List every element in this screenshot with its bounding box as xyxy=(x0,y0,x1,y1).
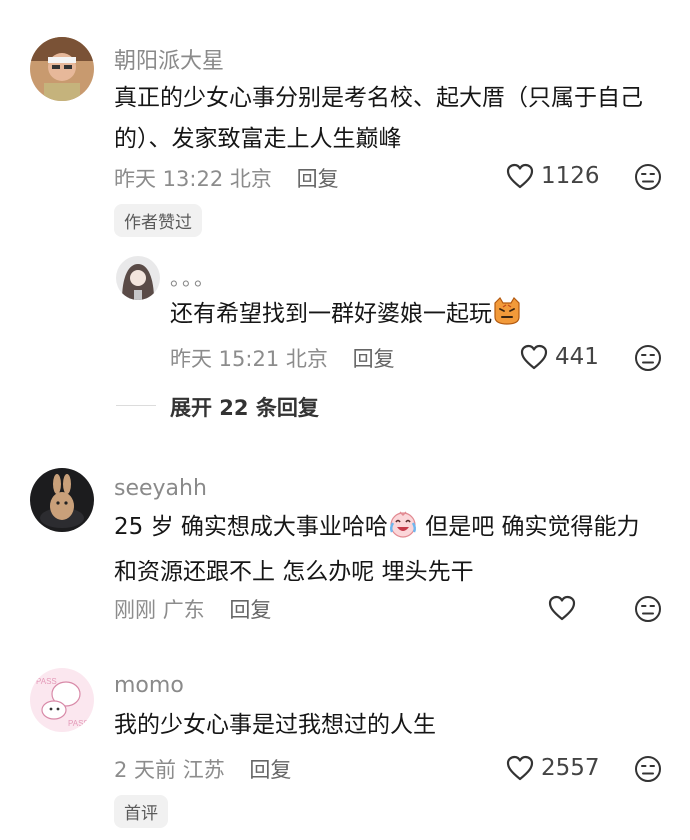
reply-text: 还有希望找到一群好婆娘一起玩 xyxy=(170,294,650,339)
crying-laughing-emoji xyxy=(388,510,418,552)
heart-outline-icon xyxy=(548,595,576,621)
avatar[interactable] xyxy=(30,468,94,532)
like-count: 441 xyxy=(555,344,599,370)
comment-text: 真正的少女心事分别是考名校、起大厝（只属于自己的）、发家致富走上人生巅峰 xyxy=(114,85,643,152)
comment-meta: 2 天前 江苏 回复 xyxy=(114,754,291,784)
location: 广东 xyxy=(162,598,205,622)
timestamp: 2 天前 xyxy=(114,758,177,782)
like-button[interactable]: 441 xyxy=(520,344,599,370)
heart-outline-icon xyxy=(506,163,534,189)
meh-face-icon xyxy=(635,756,661,782)
reply-button[interactable]: 回复 xyxy=(353,347,395,371)
meh-face-icon xyxy=(635,345,661,371)
timestamp: 昨天 13:22 xyxy=(114,167,224,191)
dislike-button[interactable] xyxy=(634,755,662,787)
avatar[interactable] xyxy=(116,256,160,300)
meh-face-icon xyxy=(635,164,661,190)
reply-meta: 昨天 15:21 北京 回复 xyxy=(170,343,395,373)
like-count: 2557 xyxy=(541,755,600,781)
dislike-button[interactable] xyxy=(634,344,662,376)
reply-button[interactable]: 回复 xyxy=(229,598,271,622)
username[interactable]: 。。。 xyxy=(170,262,216,291)
dislike-button[interactable] xyxy=(634,163,662,195)
reply-button[interactable]: 回复 xyxy=(297,167,339,191)
like-button[interactable]: 1126 xyxy=(506,163,600,189)
avatar[interactable]: PASS PASS xyxy=(30,668,94,732)
meh-face-icon xyxy=(635,596,661,622)
avatar[interactable] xyxy=(30,37,94,101)
comment-meta: 昨天 13:22 北京 回复 xyxy=(114,163,339,193)
author-liked-badge: 作者赞过 xyxy=(114,204,202,237)
location: 北京 xyxy=(285,347,328,371)
like-button[interactable] xyxy=(548,595,576,621)
cat-face-emoji xyxy=(492,297,522,339)
like-count: 1126 xyxy=(541,163,600,189)
timestamp: 昨天 15:21 xyxy=(170,347,280,371)
username[interactable]: seeyahh xyxy=(114,476,207,501)
username[interactable]: 朝阳派大星 xyxy=(114,43,224,75)
expand-divider xyxy=(116,405,156,406)
location: 江苏 xyxy=(182,758,225,782)
like-button[interactable]: 2557 xyxy=(506,755,600,781)
expand-replies-button[interactable]: 展开 22 条回复 xyxy=(170,392,319,422)
first-comment-badge: 首评 xyxy=(114,795,168,828)
comment-text: 我的少女心事是过我想过的人生 xyxy=(114,712,436,738)
heart-outline-icon xyxy=(520,344,548,370)
comment-meta: 刚刚 广东 回复 xyxy=(114,594,271,624)
heart-outline-icon xyxy=(506,755,534,781)
svg-text:PASS: PASS xyxy=(36,677,57,686)
username[interactable]: momo xyxy=(114,673,184,698)
location: 北京 xyxy=(229,167,272,191)
svg-text:PASS: PASS xyxy=(68,719,89,728)
dislike-button[interactable] xyxy=(634,595,662,627)
timestamp: 刚刚 xyxy=(114,598,156,622)
comment-text: 25 岁 确实想成大事业哈哈 但是吧 确实觉得能力和资源还跟不上 怎么办呢 埋头… xyxy=(114,507,659,593)
reply-button[interactable]: 回复 xyxy=(249,758,291,782)
